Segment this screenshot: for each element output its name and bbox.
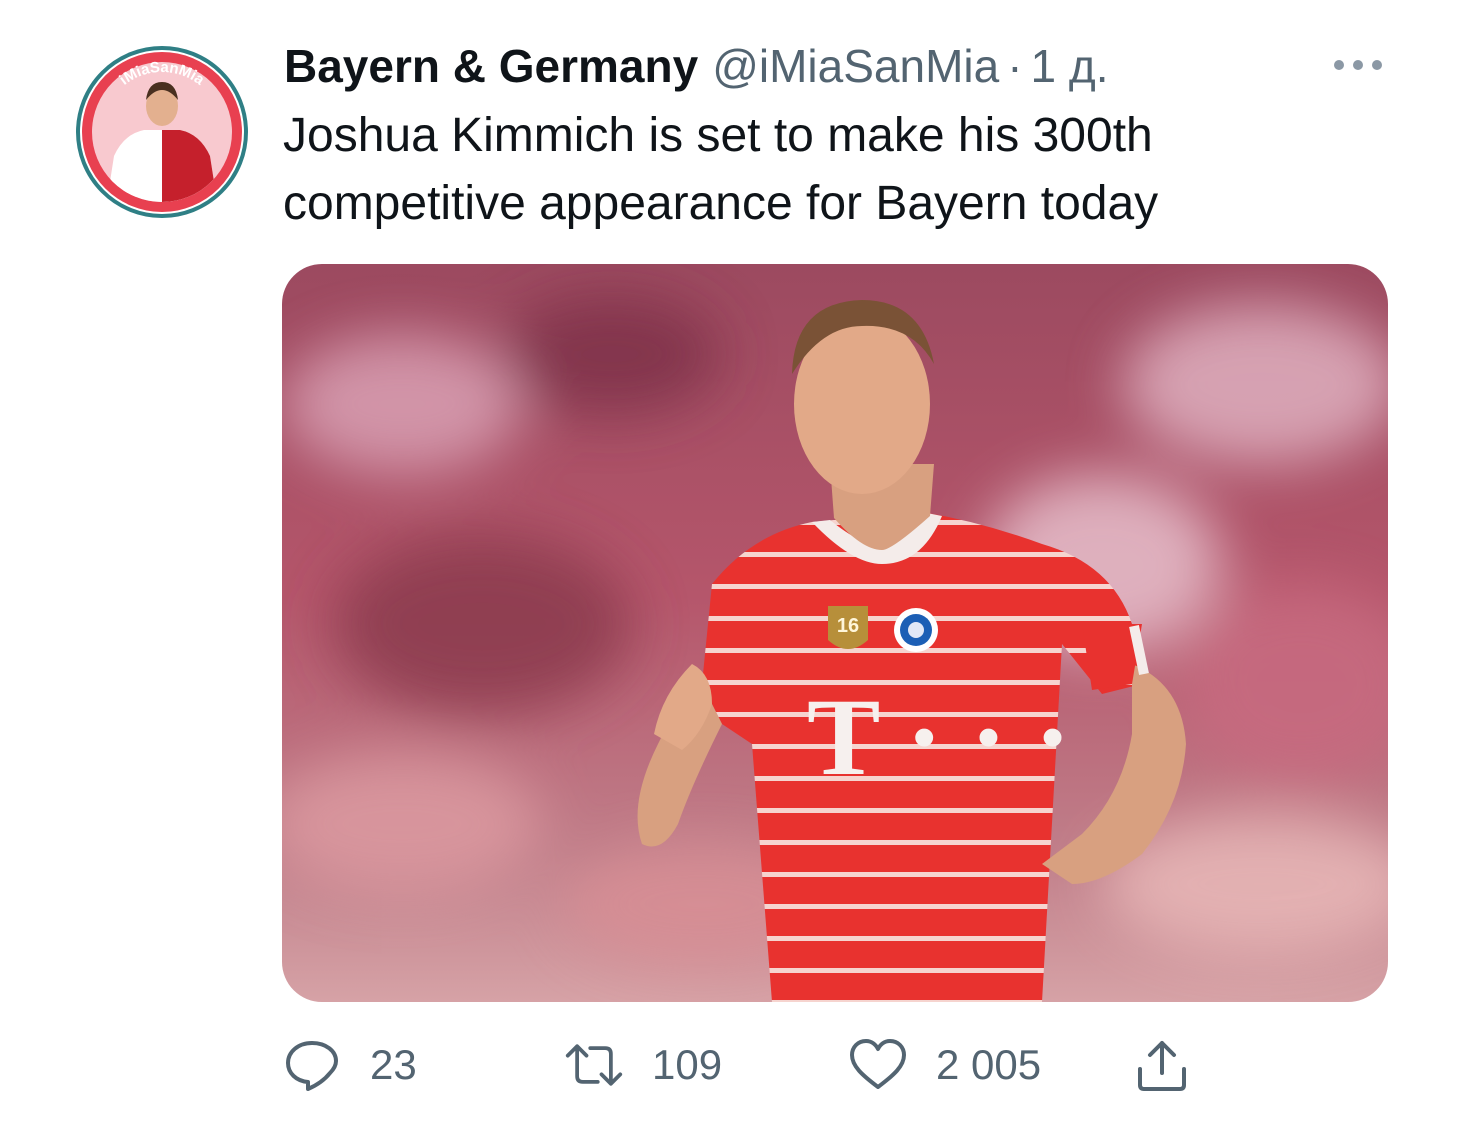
tweet-media-photo[interactable]: T · · · 16 [282, 264, 1388, 1002]
avatar[interactable]: iMiaSanMia [74, 44, 250, 220]
share-button[interactable] [1132, 1030, 1192, 1100]
like-count: 2 005 [936, 1041, 1042, 1088]
heart-icon [848, 1035, 908, 1095]
retweet-button[interactable]: 109 [564, 1030, 722, 1100]
separator-dot: · [1007, 40, 1023, 92]
reply-count: 23 [370, 1041, 417, 1088]
shirt-sponsor-text: T · · · [807, 676, 1071, 798]
share-icon [1132, 1035, 1192, 1095]
author-handle[interactable]: @iMiaSanMia [712, 38, 999, 94]
reply-button[interactable]: 23 [282, 1030, 417, 1100]
tweet: iMiaSanMia Bayern & Germany @iMiaSanMia … [0, 0, 1460, 1134]
tweet-text: Joshua Kimmich is set to make his 300th … [283, 109, 1159, 230]
tweet-header: Bayern & Germany @iMiaSanMia · 1 д. [284, 38, 1109, 94]
like-button[interactable]: 2 005 [848, 1030, 1041, 1100]
badge-number: 16 [837, 615, 859, 637]
tweet-actions: 23 109 2 005 [282, 1030, 1202, 1100]
retweet-icon [564, 1035, 624, 1095]
more-icon [1334, 60, 1382, 70]
retweet-count: 109 [652, 1041, 723, 1088]
more-options-button[interactable] [1328, 50, 1388, 80]
tweet-timestamp[interactable]: 1 д. [1031, 38, 1109, 94]
author-display-name[interactable]: Bayern & Germany [284, 38, 698, 94]
reply-icon [282, 1035, 342, 1095]
player-photo: T · · · 16 [282, 264, 1388, 1002]
avatar-image: iMiaSanMia [76, 46, 248, 218]
